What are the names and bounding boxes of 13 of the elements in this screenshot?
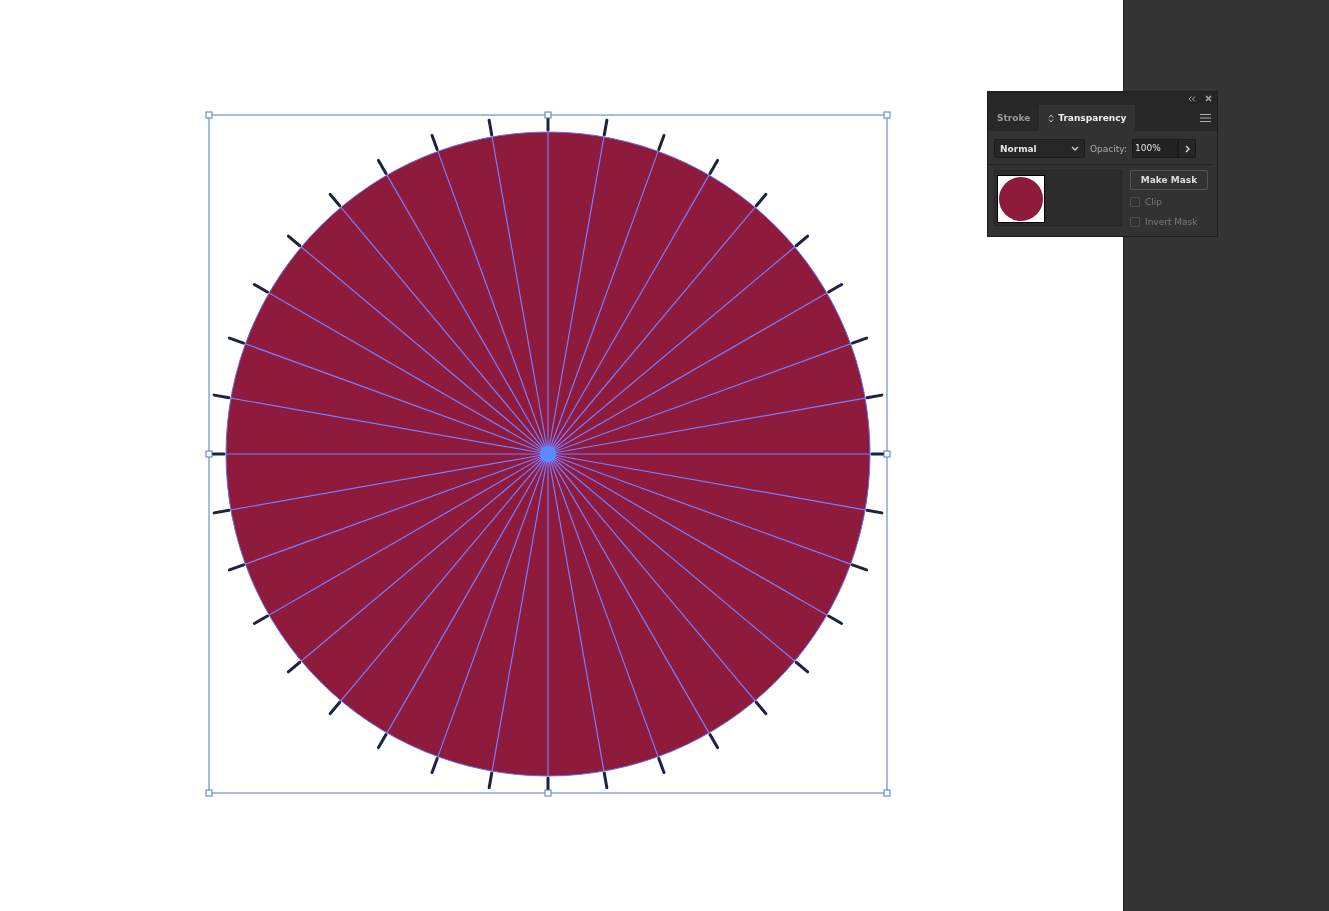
caret-icon <box>1071 146 1079 151</box>
opacity-field[interactable]: 100% <box>1132 139 1178 158</box>
blend-mode-dropdown[interactable]: Normal <box>994 139 1085 158</box>
panel-tab[interactable]: Transparency <box>1039 105 1136 131</box>
collapse-icon[interactable] <box>1188 95 1196 102</box>
updown-arrows-icon <box>1048 113 1055 123</box>
close-icon[interactable] <box>1205 95 1212 102</box>
opacity-arrow-button[interactable] <box>1178 139 1196 158</box>
make-mask-button[interactable]: Make Mask <box>1130 170 1208 190</box>
artwork-thumbnail[interactable] <box>997 175 1045 223</box>
menu-icon[interactable] <box>1200 114 1211 122</box>
opacity-label: Opacity: <box>1090 143 1127 154</box>
chevron-right-icon <box>1184 144 1190 153</box>
